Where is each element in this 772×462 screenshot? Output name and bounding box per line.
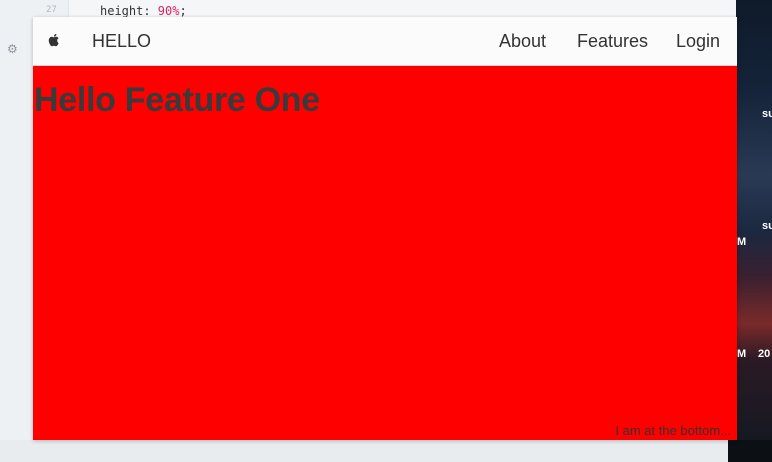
bottom-bar bbox=[0, 440, 772, 462]
code-property: height: bbox=[100, 4, 158, 18]
page-heading: Hello Feature One bbox=[34, 81, 320, 119]
background-window-edge: su su M M 20 bbox=[736, 0, 772, 462]
nav-link-features[interactable]: Features bbox=[577, 31, 648, 52]
bottom-bar-dark-segment bbox=[728, 440, 772, 462]
strip-text: M bbox=[737, 348, 747, 360]
footer-note: I am at the bottom... bbox=[615, 423, 731, 438]
strip-text: su bbox=[762, 108, 772, 120]
preview-window: HELLO About Features Login Hello Feature… bbox=[33, 17, 737, 440]
strip-text: 20 bbox=[758, 348, 771, 360]
navbar: HELLO About Features Login bbox=[33, 17, 737, 66]
line-number: 27 bbox=[46, 5, 57, 15]
code-line[interactable]: height: 90%; bbox=[100, 4, 187, 18]
strip-text: M bbox=[737, 236, 747, 248]
nav-link-about[interactable]: About bbox=[499, 31, 546, 52]
brand-link[interactable]: HELLO bbox=[92, 31, 151, 52]
code-end: ; bbox=[179, 4, 187, 18]
nav-link-login[interactable]: Login bbox=[676, 31, 720, 52]
gear-icon[interactable]: ⚙ bbox=[7, 42, 18, 56]
apple-icon[interactable] bbox=[46, 32, 62, 48]
strip-text: su bbox=[762, 220, 772, 232]
code-value: 90% bbox=[157, 4, 180, 18]
